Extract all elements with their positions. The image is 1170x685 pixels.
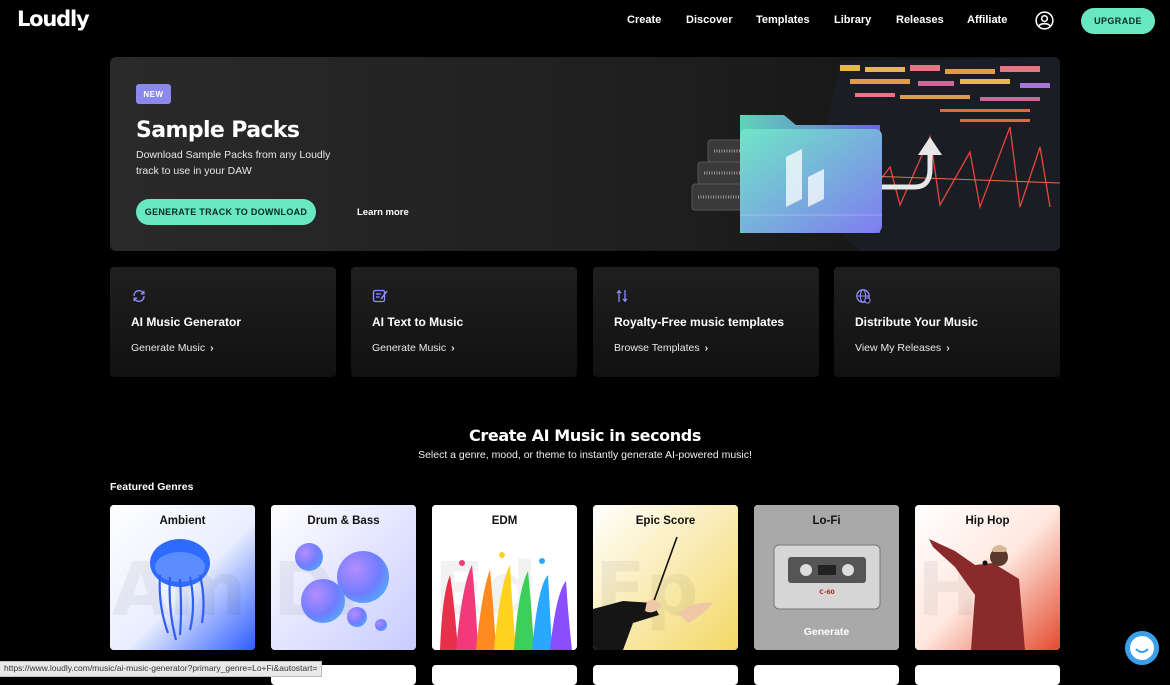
generate-music-link[interactable]: Generate Music ›: [131, 342, 214, 354]
card-title: AI Text to Music: [372, 315, 464, 329]
new-badge: NEW: [136, 84, 171, 104]
card-distribute-music[interactable]: Distribute Your Music View My Releases ›: [834, 267, 1060, 377]
nav-templates[interactable]: Templates: [756, 14, 810, 26]
sample-packs-banner: NEW Sample Packs Download Sample Packs f…: [110, 57, 1060, 251]
card-royalty-free-templates[interactable]: Royalty-Free music templates Browse Temp…: [593, 267, 819, 377]
genre-tile-peek[interactable]: [754, 665, 899, 685]
genre-tile-epic-score[interactable]: Ep Epic Score: [593, 505, 738, 650]
user-account-icon[interactable]: [1035, 11, 1054, 30]
card-link-label: Browse Templates: [614, 342, 700, 354]
generate-music-link[interactable]: Generate Music ›: [372, 342, 455, 354]
chevron-right-icon: ›: [451, 342, 455, 354]
chevron-right-icon: ›: [210, 342, 214, 354]
sliders-icon: [616, 290, 628, 302]
genre-tile-peek[interactable]: [432, 665, 577, 685]
nav-discover[interactable]: Discover: [686, 14, 732, 26]
genre-tile-edm[interactable]: Ed EDM: [432, 505, 577, 650]
nav-create[interactable]: Create: [627, 14, 661, 26]
nav-releases[interactable]: Releases: [896, 14, 944, 26]
chat-support-icon[interactable]: [1125, 631, 1159, 665]
section-title: Create AI Music in seconds: [469, 426, 701, 445]
genre-tile-peek[interactable]: [593, 665, 738, 685]
upgrade-button[interactable]: UPGRADE: [1081, 8, 1155, 34]
genre-tile-drum-and-bass[interactable]: Dr Drum & Bass: [271, 505, 416, 650]
genre-tile-hip-hop[interactable]: Hi Hip Hop: [915, 505, 1060, 650]
card-title: AI Music Generator: [131, 315, 242, 329]
nav-library[interactable]: Library: [834, 14, 871, 26]
card-title: Distribute Your Music: [855, 315, 978, 329]
chevron-right-icon: ›: [704, 342, 709, 354]
featured-genres-label: Featured Genres: [110, 481, 194, 493]
section-subtitle: Select a genre, mood, or theme to instan…: [418, 449, 752, 461]
banner-subtitle: Download Sample Packs from any Loudly tr…: [136, 149, 331, 177]
browse-templates-link[interactable]: Browse Templates ›: [614, 342, 708, 354]
view-releases-link[interactable]: View My Releases ›: [855, 342, 950, 354]
genre-label: Epic Score: [635, 515, 696, 527]
genre-label: Hip Hop: [965, 515, 1010, 527]
svg-text:C-60: C-60: [819, 589, 834, 596]
genre-tile-ambient[interactable]: Am Ambient: [110, 505, 255, 650]
card-link-label: Generate Music: [131, 342, 206, 354]
generate-track-button[interactable]: GENERATE TRACK TO DOWNLOAD: [136, 199, 316, 225]
genre-label: Ambient: [159, 515, 206, 527]
chevron-right-icon: ›: [946, 342, 950, 354]
genre-label: Lo-Fi: [812, 515, 841, 527]
learn-more-link[interactable]: Learn more: [357, 207, 409, 218]
card-title: Royalty-Free music templates: [614, 315, 785, 329]
text-edit-icon: [372, 289, 388, 303]
genre-tile-peek[interactable]: [915, 665, 1060, 685]
card-ai-music-generator[interactable]: AI Music Generator Generate Music ›: [110, 267, 336, 377]
banner-title: Sample Packs: [136, 118, 300, 143]
refresh-icon: [133, 289, 145, 303]
daw-folder-illustration: [691, 57, 1060, 251]
card-ai-text-to-music[interactable]: AI Text to Music Generate Music ›: [351, 267, 577, 377]
generate-button[interactable]: Generate: [754, 626, 899, 638]
loudly-logo[interactable]: Loudly: [17, 7, 90, 31]
genre-label: Drum & Bass: [307, 515, 380, 527]
card-link-label: View My Releases: [855, 342, 942, 354]
genre-tile-lo-fi[interactable]: C-60 Lo-Fi Generate: [754, 505, 899, 650]
card-link-label: Generate Music: [372, 342, 447, 354]
genre-label: EDM: [491, 515, 518, 527]
globe-icon: [856, 289, 871, 304]
nav-affiliate[interactable]: Affiliate: [967, 14, 1007, 26]
